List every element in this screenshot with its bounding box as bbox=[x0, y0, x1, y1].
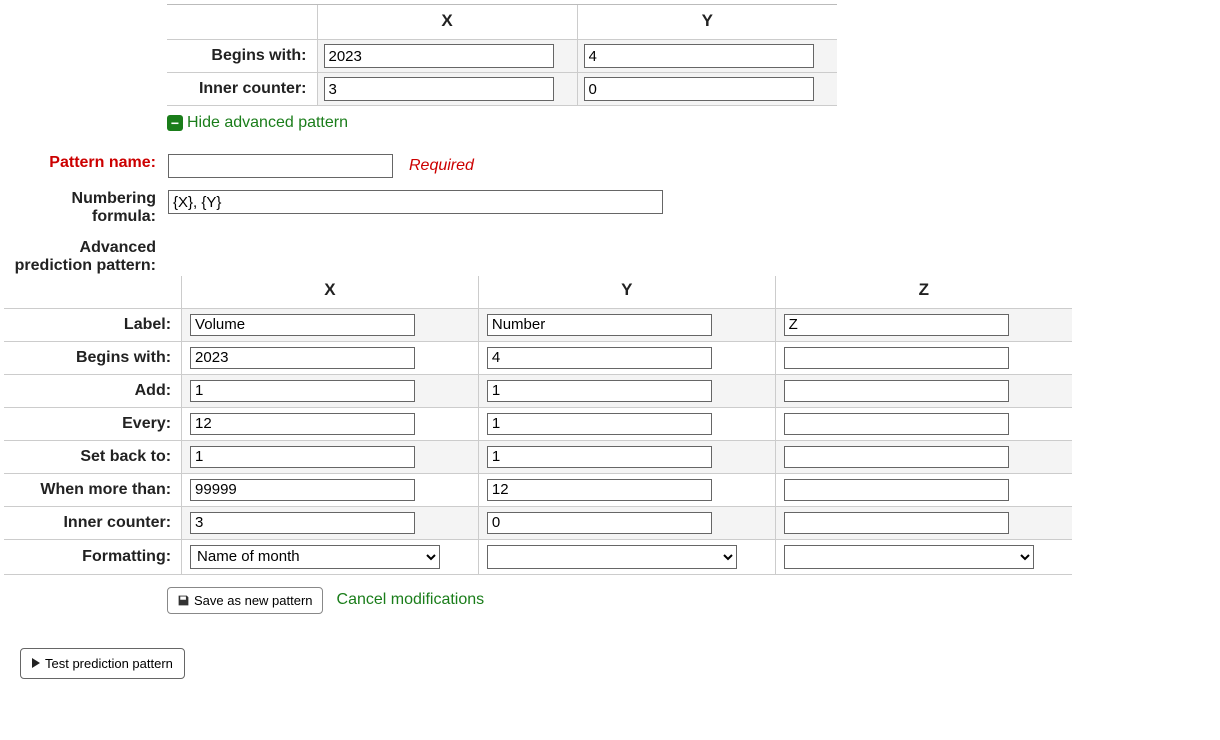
adv-z-input[interactable] bbox=[784, 446, 1009, 468]
top-xy-table: X Y Begins with: Inner counter: bbox=[167, 5, 837, 106]
hide-advanced-pattern-toggle[interactable]: − Hide advanced pattern bbox=[167, 114, 348, 132]
adv-x-input[interactable] bbox=[190, 413, 415, 435]
top-row-label-inner: Inner counter: bbox=[167, 73, 317, 106]
play-icon bbox=[32, 658, 40, 668]
top-col-y-header: Y bbox=[577, 5, 837, 40]
save-as-new-pattern-button[interactable]: Save as new pattern bbox=[167, 587, 323, 614]
save-icon bbox=[177, 594, 190, 607]
adv-row: When more than: bbox=[4, 473, 1072, 506]
adv-z-input[interactable] bbox=[784, 347, 1009, 369]
adv-row-formatting: Formatting: Name of month bbox=[4, 539, 1072, 574]
adv-x-input[interactable] bbox=[190, 380, 415, 402]
adv-row-label: When more than: bbox=[4, 473, 182, 506]
adv-y-input[interactable] bbox=[487, 347, 712, 369]
advanced-pattern-table: X Y Z Label:Begins with:Add:Every:Set ba… bbox=[4, 276, 1072, 575]
top-row-label-begins: Begins with: bbox=[167, 40, 317, 73]
adv-formatting-x-select[interactable]: Name of month bbox=[190, 545, 440, 569]
cancel-modifications-link[interactable]: Cancel modifications bbox=[337, 591, 485, 609]
adv-z-input[interactable] bbox=[784, 380, 1009, 402]
adv-y-input[interactable] bbox=[487, 314, 712, 336]
adv-z-input[interactable] bbox=[784, 314, 1009, 336]
minus-icon: − bbox=[167, 115, 183, 131]
top-begins-y-input[interactable] bbox=[584, 44, 814, 68]
test-button-label: Test prediction pattern bbox=[45, 656, 173, 671]
adv-row-label: Set back to: bbox=[4, 440, 182, 473]
adv-row-label: Add: bbox=[4, 374, 182, 407]
adv-row-label: Label: bbox=[4, 308, 182, 341]
test-prediction-pattern-button[interactable]: Test prediction pattern bbox=[20, 648, 185, 679]
adv-row-label: Inner counter: bbox=[4, 506, 182, 539]
adv-y-input[interactable] bbox=[487, 380, 712, 402]
advanced-prediction-pattern-label: Advanced prediction pattern: bbox=[4, 239, 162, 276]
adv-z-input[interactable] bbox=[784, 479, 1009, 501]
adv-formatting-z-select[interactable] bbox=[784, 545, 1034, 569]
adv-row: Set back to: bbox=[4, 440, 1072, 473]
adv-row: Begins with: bbox=[4, 341, 1072, 374]
adv-x-input[interactable] bbox=[190, 314, 415, 336]
adv-z-input[interactable] bbox=[784, 512, 1009, 534]
adv-col-x-header: X bbox=[182, 276, 479, 309]
adv-y-input[interactable] bbox=[487, 479, 712, 501]
top-inner-y-input[interactable] bbox=[584, 77, 814, 101]
adv-formatting-y-select[interactable] bbox=[487, 545, 737, 569]
adv-y-input[interactable] bbox=[487, 446, 712, 468]
adv-y-input[interactable] bbox=[487, 413, 712, 435]
top-begins-x-input[interactable] bbox=[324, 44, 554, 68]
top-inner-x-input[interactable] bbox=[324, 77, 554, 101]
top-row-inner-counter: Inner counter: bbox=[167, 73, 837, 106]
pattern-name-required-hint: Required bbox=[409, 157, 474, 175]
hide-advanced-pattern-label: Hide advanced pattern bbox=[187, 114, 348, 132]
adv-x-input[interactable] bbox=[190, 479, 415, 501]
adv-col-z-header: Z bbox=[775, 276, 1072, 309]
adv-x-input[interactable] bbox=[190, 347, 415, 369]
top-col-x-header: X bbox=[317, 5, 577, 40]
adv-formatting-label: Formatting: bbox=[4, 539, 182, 574]
numbering-formula-label: Numbering formula: bbox=[4, 190, 162, 227]
adv-x-input[interactable] bbox=[190, 512, 415, 534]
adv-row-label: Begins with: bbox=[4, 341, 182, 374]
adv-row: Add: bbox=[4, 374, 1072, 407]
adv-row: Label: bbox=[4, 308, 1072, 341]
top-row-begins-with: Begins with: bbox=[167, 40, 837, 73]
numbering-formula-input[interactable] bbox=[168, 190, 663, 214]
adv-col-y-header: Y bbox=[478, 276, 775, 309]
adv-row: Inner counter: bbox=[4, 506, 1072, 539]
pattern-name-label: Pattern name: bbox=[4, 154, 162, 172]
adv-row-label: Every: bbox=[4, 407, 182, 440]
pattern-name-input[interactable] bbox=[168, 154, 393, 178]
adv-y-input[interactable] bbox=[487, 512, 712, 534]
adv-z-input[interactable] bbox=[784, 413, 1009, 435]
save-button-label: Save as new pattern bbox=[194, 593, 313, 608]
adv-x-input[interactable] bbox=[190, 446, 415, 468]
adv-row: Every: bbox=[4, 407, 1072, 440]
